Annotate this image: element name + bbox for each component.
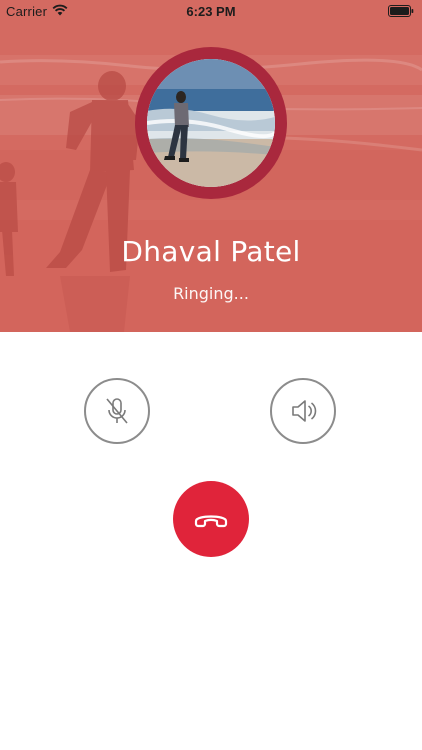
status-bar: Carrier 6:23 PM — [0, 0, 422, 22]
hero-background: Carrier 6:23 PM Dhaval Patel Ringing... — [0, 0, 422, 332]
mute-button[interactable] — [84, 378, 150, 444]
end-call-button[interactable] — [173, 481, 249, 557]
clock-time: 6:23 PM — [186, 4, 236, 19]
battery-icon — [388, 5, 414, 17]
mic-off-icon — [106, 398, 128, 424]
caller-name: Dhaval Patel — [121, 235, 301, 268]
avatar-photo — [147, 59, 275, 187]
caller-avatar — [135, 47, 287, 199]
speaker-button[interactable] — [270, 378, 336, 444]
avatar-beach-photo — [147, 59, 275, 187]
call-status: Ringing... — [173, 284, 249, 303]
speaker-icon — [292, 400, 317, 422]
phone-hangup-icon — [194, 515, 228, 528]
